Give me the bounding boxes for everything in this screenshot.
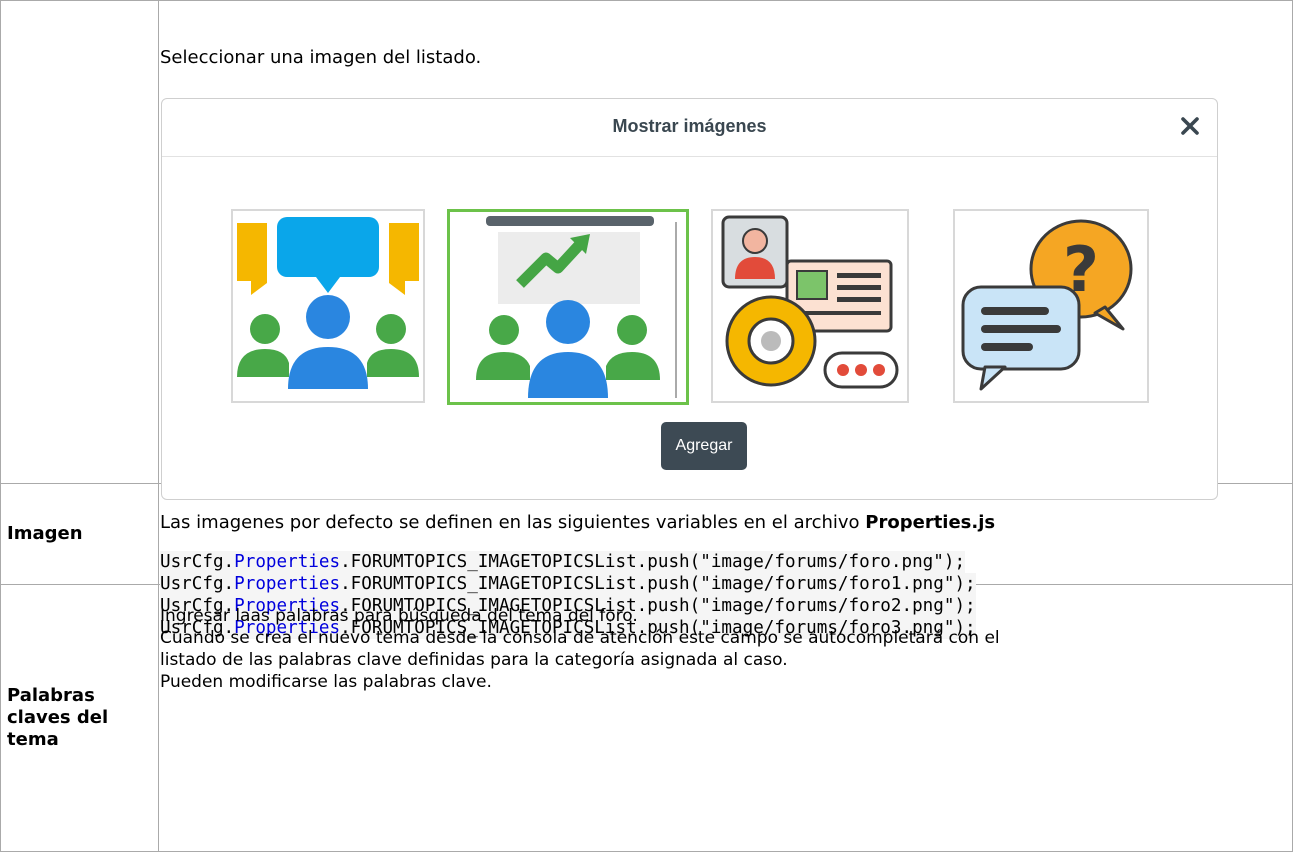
description-text: Las imagenes por defecto se definen en l… (160, 512, 995, 533)
code-prefix: UsrCfg. (160, 552, 235, 572)
image-option-2[interactable] (447, 209, 689, 405)
code-line: UsrCfg.Properties.FORUMTOPICS_IMAGETOPIC… (160, 551, 966, 573)
keywords-label: Palabras claves del tema (0, 583, 159, 852)
description-prefix: Las imagenes por defecto se definen en l… (160, 512, 866, 533)
group-discussion-icon (237, 217, 419, 389)
presentation-chart-icon (476, 216, 677, 398)
show-images-modal: Mostrar imágenes ? Agregar (161, 98, 1218, 500)
code-line: UsrCfg.Properties.FORUMTOPICS_IMAGETOPIC… (160, 573, 976, 595)
support-settings-icon (721, 215, 899, 389)
empty-cell (0, 0, 159, 484)
keywords-line: Pueden modificarse las palabras clave. (160, 672, 492, 692)
code-suffix: .FORUMTOPICS_IMAGETOPICSList.push("image… (340, 552, 966, 572)
modal-title: Mostrar imágenes (612, 116, 767, 136)
image-option-3[interactable] (711, 209, 909, 403)
code-property: Properties (234, 574, 341, 594)
keywords-line: Cuando se crea el nuevo tema desde la co… (160, 628, 1000, 648)
image-label: Imagen (0, 482, 159, 585)
code-prefix: UsrCfg. (160, 574, 235, 594)
chat-question-icon: ? (961, 219, 1133, 391)
image-option-4[interactable]: ? (953, 209, 1149, 403)
code-suffix: .FORUMTOPICS_IMAGETOPICSList.push("image… (340, 574, 976, 594)
code-property: Properties (234, 552, 341, 572)
keywords-description: Ingresar laas palabras para búsqueda del… (160, 605, 1000, 693)
modal-header: Mostrar imágenes (162, 99, 1217, 157)
image-option-1[interactable] (231, 209, 425, 403)
add-button[interactable]: Agregar (661, 422, 747, 470)
keywords-line: listado de las palabras clave definidas … (160, 650, 788, 670)
properties-filename: Properties.js (865, 512, 996, 533)
intro-text: Seleccionar una imagen del listado. (160, 47, 482, 68)
keywords-line: Ingresar laas palabras para búsqueda del… (160, 606, 638, 626)
close-icon[interactable] (1175, 111, 1205, 141)
